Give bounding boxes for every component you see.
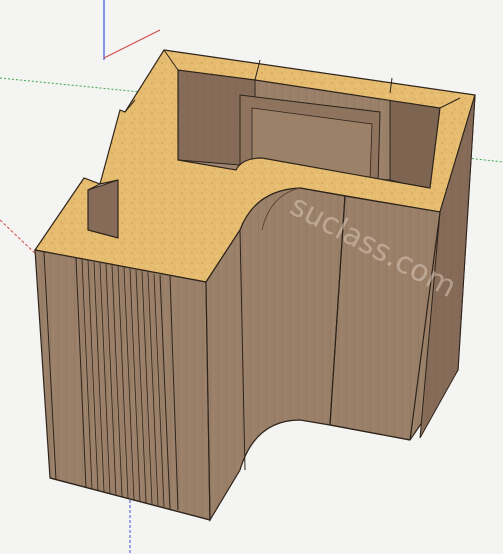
- red-axis: [0, 77, 141, 93]
- model-canvas[interactable]: suclass.com: [0, 0, 503, 554]
- front-left-panel: [34, 249, 211, 521]
- 3d-viewport[interactable]: suclass.com: [0, 0, 503, 554]
- red-axis-lower: [0, 219, 41, 259]
- red-axis-main: [103, 29, 161, 59]
